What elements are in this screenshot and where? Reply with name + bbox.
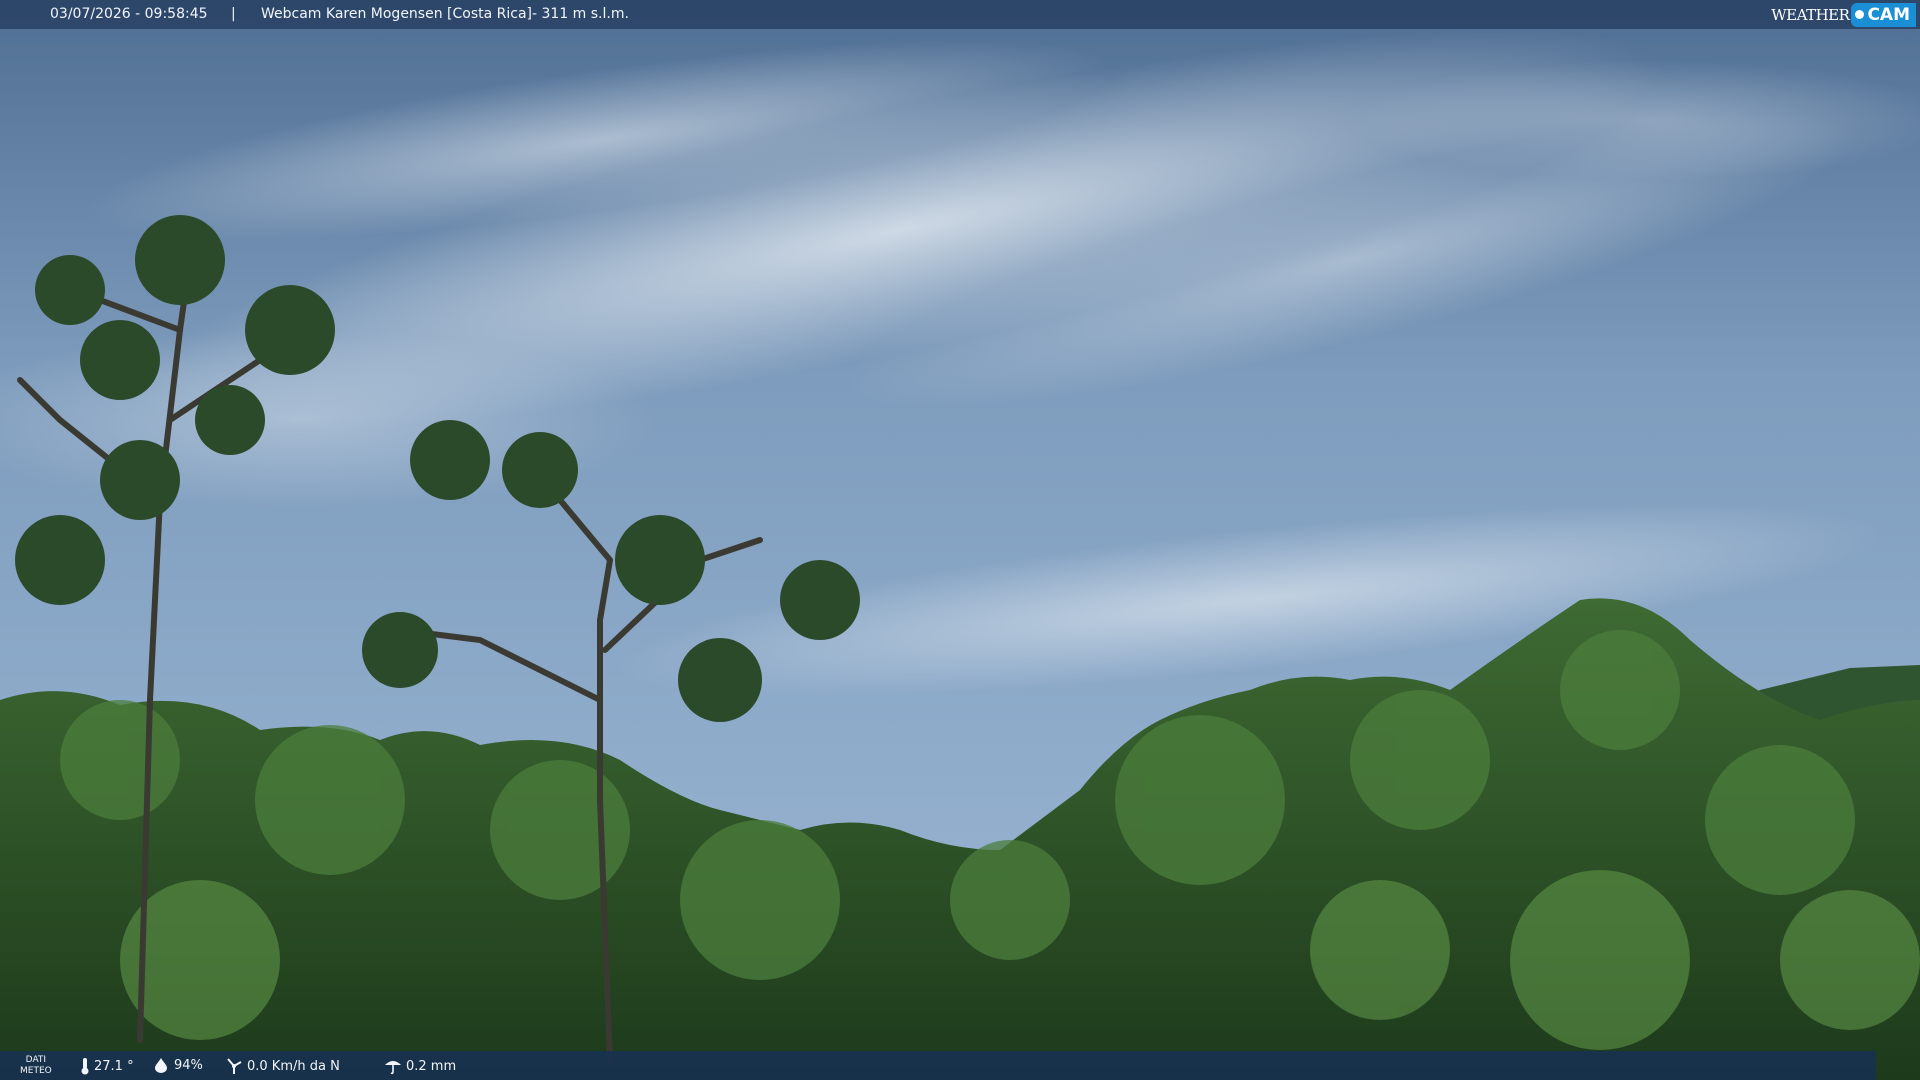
logo-cam-text: CAM: [1867, 4, 1910, 25]
logo-dot-icon: [1855, 10, 1865, 19]
altitude: - 311 m s.l.m.: [532, 6, 629, 22]
logo-weather-text: WEATHER: [1771, 5, 1850, 24]
top-info-bar: 03/07/2026 - 09:58:45 | Webcam Karen Mog…: [0, 0, 1920, 29]
rain-value: 0.2 mm: [406, 1058, 457, 1074]
wind-icon: [227, 1058, 242, 1074]
thermometer-icon: [81, 1058, 89, 1075]
timestamp: 03/07/2026 - 09:58:45: [50, 6, 208, 22]
separator: |: [231, 6, 236, 22]
weather-label-line-1: DATI: [25, 1055, 47, 1065]
humidity-icon: [155, 1058, 167, 1073]
rain-reading: 0.2 mm: [384, 1057, 456, 1075]
location-name: Webcam Karen Mogensen [Costa Rica]: [261, 6, 533, 22]
humidity-reading: 94%: [152, 1057, 203, 1073]
temperature-reading: 27.1 °: [80, 1057, 134, 1075]
weather-label-line-2: METEO: [20, 1066, 52, 1076]
temperature-value: 27.1 °: [94, 1058, 134, 1074]
weathercam-logo: WEATHER CAM: [1771, 0, 1920, 29]
logo-cam-badge: CAM: [1851, 2, 1916, 27]
webcam-image: [0, 0, 1920, 1080]
wind-reading: 0.0 Km/h da N: [225, 1057, 340, 1075]
wind-value: 0.0 Km/h da N: [247, 1058, 340, 1074]
humidity-value: 94%: [174, 1057, 203, 1073]
weather-data-bar: DATI METEO 27.1 ° 94% 0.0 Km/h da N 0.2 …: [0, 1051, 1876, 1080]
rain-icon: [385, 1061, 401, 1075]
webcam-view: 03/07/2026 - 09:58:45 | Webcam Karen Mog…: [0, 0, 1920, 1080]
weather-panel-label: DATI METEO: [20, 1055, 52, 1077]
